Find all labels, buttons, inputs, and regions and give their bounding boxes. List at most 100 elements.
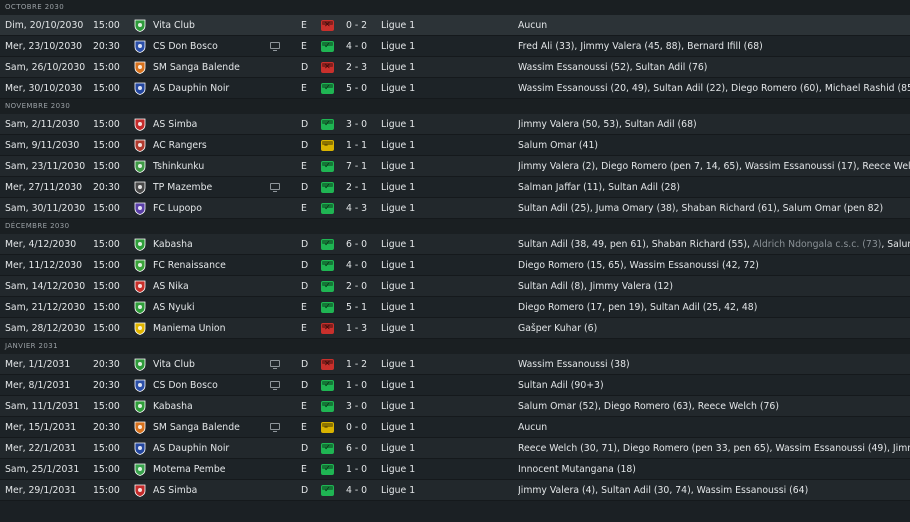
kickoff-time: 20:30 bbox=[93, 380, 120, 391]
match-score[interactable]: 1 - 2 bbox=[346, 354, 376, 375]
opponent-link[interactable]: Maniema Union bbox=[153, 318, 268, 339]
match-score[interactable]: 3 - 0 bbox=[346, 114, 376, 135]
match-score[interactable]: 0 - 0 bbox=[346, 417, 376, 438]
competition-link[interactable]: Ligue 1 bbox=[381, 36, 441, 57]
match-date: Sam, 30/11/2030 bbox=[5, 203, 85, 214]
match-score[interactable]: 4 - 0 bbox=[346, 255, 376, 276]
fixture-row[interactable]: Mer, 15/1/2031 20:30 SM Sanga Balende E … bbox=[0, 417, 910, 438]
match-score[interactable]: 1 - 3 bbox=[346, 318, 376, 339]
opponent-link[interactable]: AS Nyuki bbox=[153, 297, 268, 318]
opponent-link[interactable]: SM Sanga Balende bbox=[153, 57, 268, 78]
result-icon-slot bbox=[321, 359, 335, 370]
competition-link[interactable]: Ligue 1 bbox=[381, 198, 441, 219]
match-score[interactable]: 1 - 0 bbox=[346, 375, 376, 396]
match-score[interactable]: 6 - 0 bbox=[346, 234, 376, 255]
opponent-link[interactable]: TP Mazembe bbox=[153, 177, 268, 198]
opponent-link[interactable]: AS Nika bbox=[153, 276, 268, 297]
opponent-link[interactable]: FC Lupopo bbox=[153, 198, 268, 219]
match-score[interactable]: 7 - 1 bbox=[346, 156, 376, 177]
competition-link[interactable]: Ligue 1 bbox=[381, 417, 441, 438]
opponent-link[interactable]: AS Simba bbox=[153, 480, 268, 501]
tshinkunku-crest-icon bbox=[134, 160, 148, 173]
opponent-link[interactable]: CS Don Bosco bbox=[153, 36, 268, 57]
goal-scorers: Sultan Adil (90+3) bbox=[518, 380, 604, 391]
venue-indicator: D bbox=[301, 239, 309, 250]
competition-link[interactable]: Ligue 1 bbox=[381, 276, 441, 297]
competition-link[interactable]: Ligue 1 bbox=[381, 156, 441, 177]
fixture-row[interactable]: Sam, 28/12/2030 15:00 Maniema Union E 1 … bbox=[0, 318, 910, 339]
opponent-link[interactable]: FC Renaissance bbox=[153, 255, 268, 276]
fixture-row[interactable]: Sam, 11/1/2031 15:00 Kabasha E 3 - 0 Lig… bbox=[0, 396, 910, 417]
fixture-row[interactable]: Mer, 1/1/2031 20:30 Vita Club D 1 - 2 Li… bbox=[0, 354, 910, 375]
competition-link[interactable]: Ligue 1 bbox=[381, 78, 441, 99]
goal-scorers: Salman Jaffar (11), Sultan Adil (28) bbox=[518, 182, 680, 193]
opponent-link[interactable]: Tshinkunku bbox=[153, 156, 268, 177]
opponent-link[interactable]: Kabasha bbox=[153, 396, 268, 417]
competition-link[interactable]: Ligue 1 bbox=[381, 318, 441, 339]
fixture-row[interactable]: Mer, 11/12/2030 15:00 FC Renaissance D 4… bbox=[0, 255, 910, 276]
opponent-link[interactable]: Vita Club bbox=[153, 354, 268, 375]
competition-link[interactable]: Ligue 1 bbox=[381, 255, 441, 276]
result-win-icon bbox=[321, 260, 334, 271]
match-score[interactable]: 0 - 2 bbox=[346, 15, 376, 36]
kickoff-time: 15:00 bbox=[93, 464, 120, 475]
opponent-link[interactable]: Kabasha bbox=[153, 234, 268, 255]
month-header: NOVEMBRE 2030 bbox=[0, 99, 910, 114]
competition-link[interactable]: Ligue 1 bbox=[381, 234, 441, 255]
fixture-row[interactable]: Sam, 25/1/2031 15:00 Motema Pembe E 1 - … bbox=[0, 459, 910, 480]
match-date: Sam, 14/12/2030 bbox=[5, 281, 85, 292]
match-score[interactable]: 6 - 0 bbox=[346, 438, 376, 459]
fixture-row[interactable]: Sam, 14/12/2030 15:00 AS Nika D 2 - 0 Li… bbox=[0, 276, 910, 297]
competition-link[interactable]: Ligue 1 bbox=[381, 135, 441, 156]
fixture-row[interactable]: Mer, 4/12/2030 15:00 Kabasha D 6 - 0 Lig… bbox=[0, 234, 910, 255]
opponent-link[interactable]: AS Dauphin Noir bbox=[153, 438, 268, 459]
fixture-row[interactable]: Mer, 23/10/2030 20:30 CS Don Bosco E 4 -… bbox=[0, 36, 910, 57]
goal-scorers-text: Sultan Adil (38, 49, pen 61), Shaban Ric… bbox=[518, 239, 750, 250]
opponent-link[interactable]: AS Dauphin Noir bbox=[153, 78, 268, 99]
competition-link[interactable]: Ligue 1 bbox=[381, 297, 441, 318]
competition-link[interactable]: Ligue 1 bbox=[381, 438, 441, 459]
tv-broadcast-slot bbox=[270, 465, 282, 474]
fixture-row[interactable]: Sam, 26/10/2030 15:00 SM Sanga Balende D… bbox=[0, 57, 910, 78]
competition-link[interactable]: Ligue 1 bbox=[381, 459, 441, 480]
result-win-icon bbox=[321, 182, 334, 193]
fixture-row[interactable]: Sam, 2/11/2030 15:00 AS Simba D 3 - 0 Li… bbox=[0, 114, 910, 135]
opponent-link[interactable]: SM Sanga Balende bbox=[153, 417, 268, 438]
fixture-row[interactable]: Sam, 30/11/2030 15:00 FC Lupopo E 4 - 3 … bbox=[0, 198, 910, 219]
fixture-row[interactable]: Mer, 29/1/2031 15:00 AS Simba D 4 - 0 Li… bbox=[0, 480, 910, 501]
opponent-link[interactable]: CS Don Bosco bbox=[153, 375, 268, 396]
competition-link[interactable]: Ligue 1 bbox=[381, 354, 441, 375]
opponent-link[interactable]: AC Rangers bbox=[153, 135, 268, 156]
match-score[interactable]: 5 - 1 bbox=[346, 297, 376, 318]
fixture-row[interactable]: Sam, 23/11/2030 15:00 Tshinkunku E 7 - 1… bbox=[0, 156, 910, 177]
fixture-row[interactable]: Mer, 30/10/2030 15:00 AS Dauphin Noir E … bbox=[0, 78, 910, 99]
fixture-row[interactable]: Mer, 22/1/2031 15:00 AS Dauphin Noir D 6… bbox=[0, 438, 910, 459]
competition-link[interactable]: Ligue 1 bbox=[381, 15, 441, 36]
maniema-union-crest-icon bbox=[134, 322, 148, 335]
match-score[interactable]: 2 - 3 bbox=[346, 57, 376, 78]
competition-link[interactable]: Ligue 1 bbox=[381, 114, 441, 135]
match-score[interactable]: 5 - 0 bbox=[346, 78, 376, 99]
match-score[interactable]: 2 - 0 bbox=[346, 276, 376, 297]
kickoff-time: 15:00 bbox=[93, 140, 120, 151]
opponent-link[interactable]: AS Simba bbox=[153, 114, 268, 135]
competition-link[interactable]: Ligue 1 bbox=[381, 480, 441, 501]
fixture-row[interactable]: Sam, 21/12/2030 15:00 AS Nyuki E 5 - 1 L… bbox=[0, 297, 910, 318]
competition-link[interactable]: Ligue 1 bbox=[381, 396, 441, 417]
match-score[interactable]: 1 - 0 bbox=[346, 459, 376, 480]
fixture-row[interactable]: Mer, 27/11/2030 20:30 TP Mazembe D 2 - 1… bbox=[0, 177, 910, 198]
match-score[interactable]: 4 - 0 bbox=[346, 36, 376, 57]
match-score[interactable]: 4 - 3 bbox=[346, 198, 376, 219]
competition-link[interactable]: Ligue 1 bbox=[381, 375, 441, 396]
fixture-row[interactable]: Dim, 20/10/2030 15:00 Vita Club E 0 - 2 … bbox=[0, 15, 910, 36]
match-score[interactable]: 2 - 1 bbox=[346, 177, 376, 198]
competition-link[interactable]: Ligue 1 bbox=[381, 57, 441, 78]
match-score[interactable]: 3 - 0 bbox=[346, 396, 376, 417]
fixture-row[interactable]: Sam, 9/11/2030 15:00 AC Rangers D 1 - 1 … bbox=[0, 135, 910, 156]
competition-link[interactable]: Ligue 1 bbox=[381, 177, 441, 198]
match-score[interactable]: 1 - 1 bbox=[346, 135, 376, 156]
fixture-row[interactable]: Mer, 8/1/2031 20:30 CS Don Bosco D 1 - 0… bbox=[0, 375, 910, 396]
opponent-link[interactable]: Motema Pembe bbox=[153, 459, 268, 480]
match-score[interactable]: 4 - 0 bbox=[346, 480, 376, 501]
opponent-link[interactable]: Vita Club bbox=[153, 15, 268, 36]
